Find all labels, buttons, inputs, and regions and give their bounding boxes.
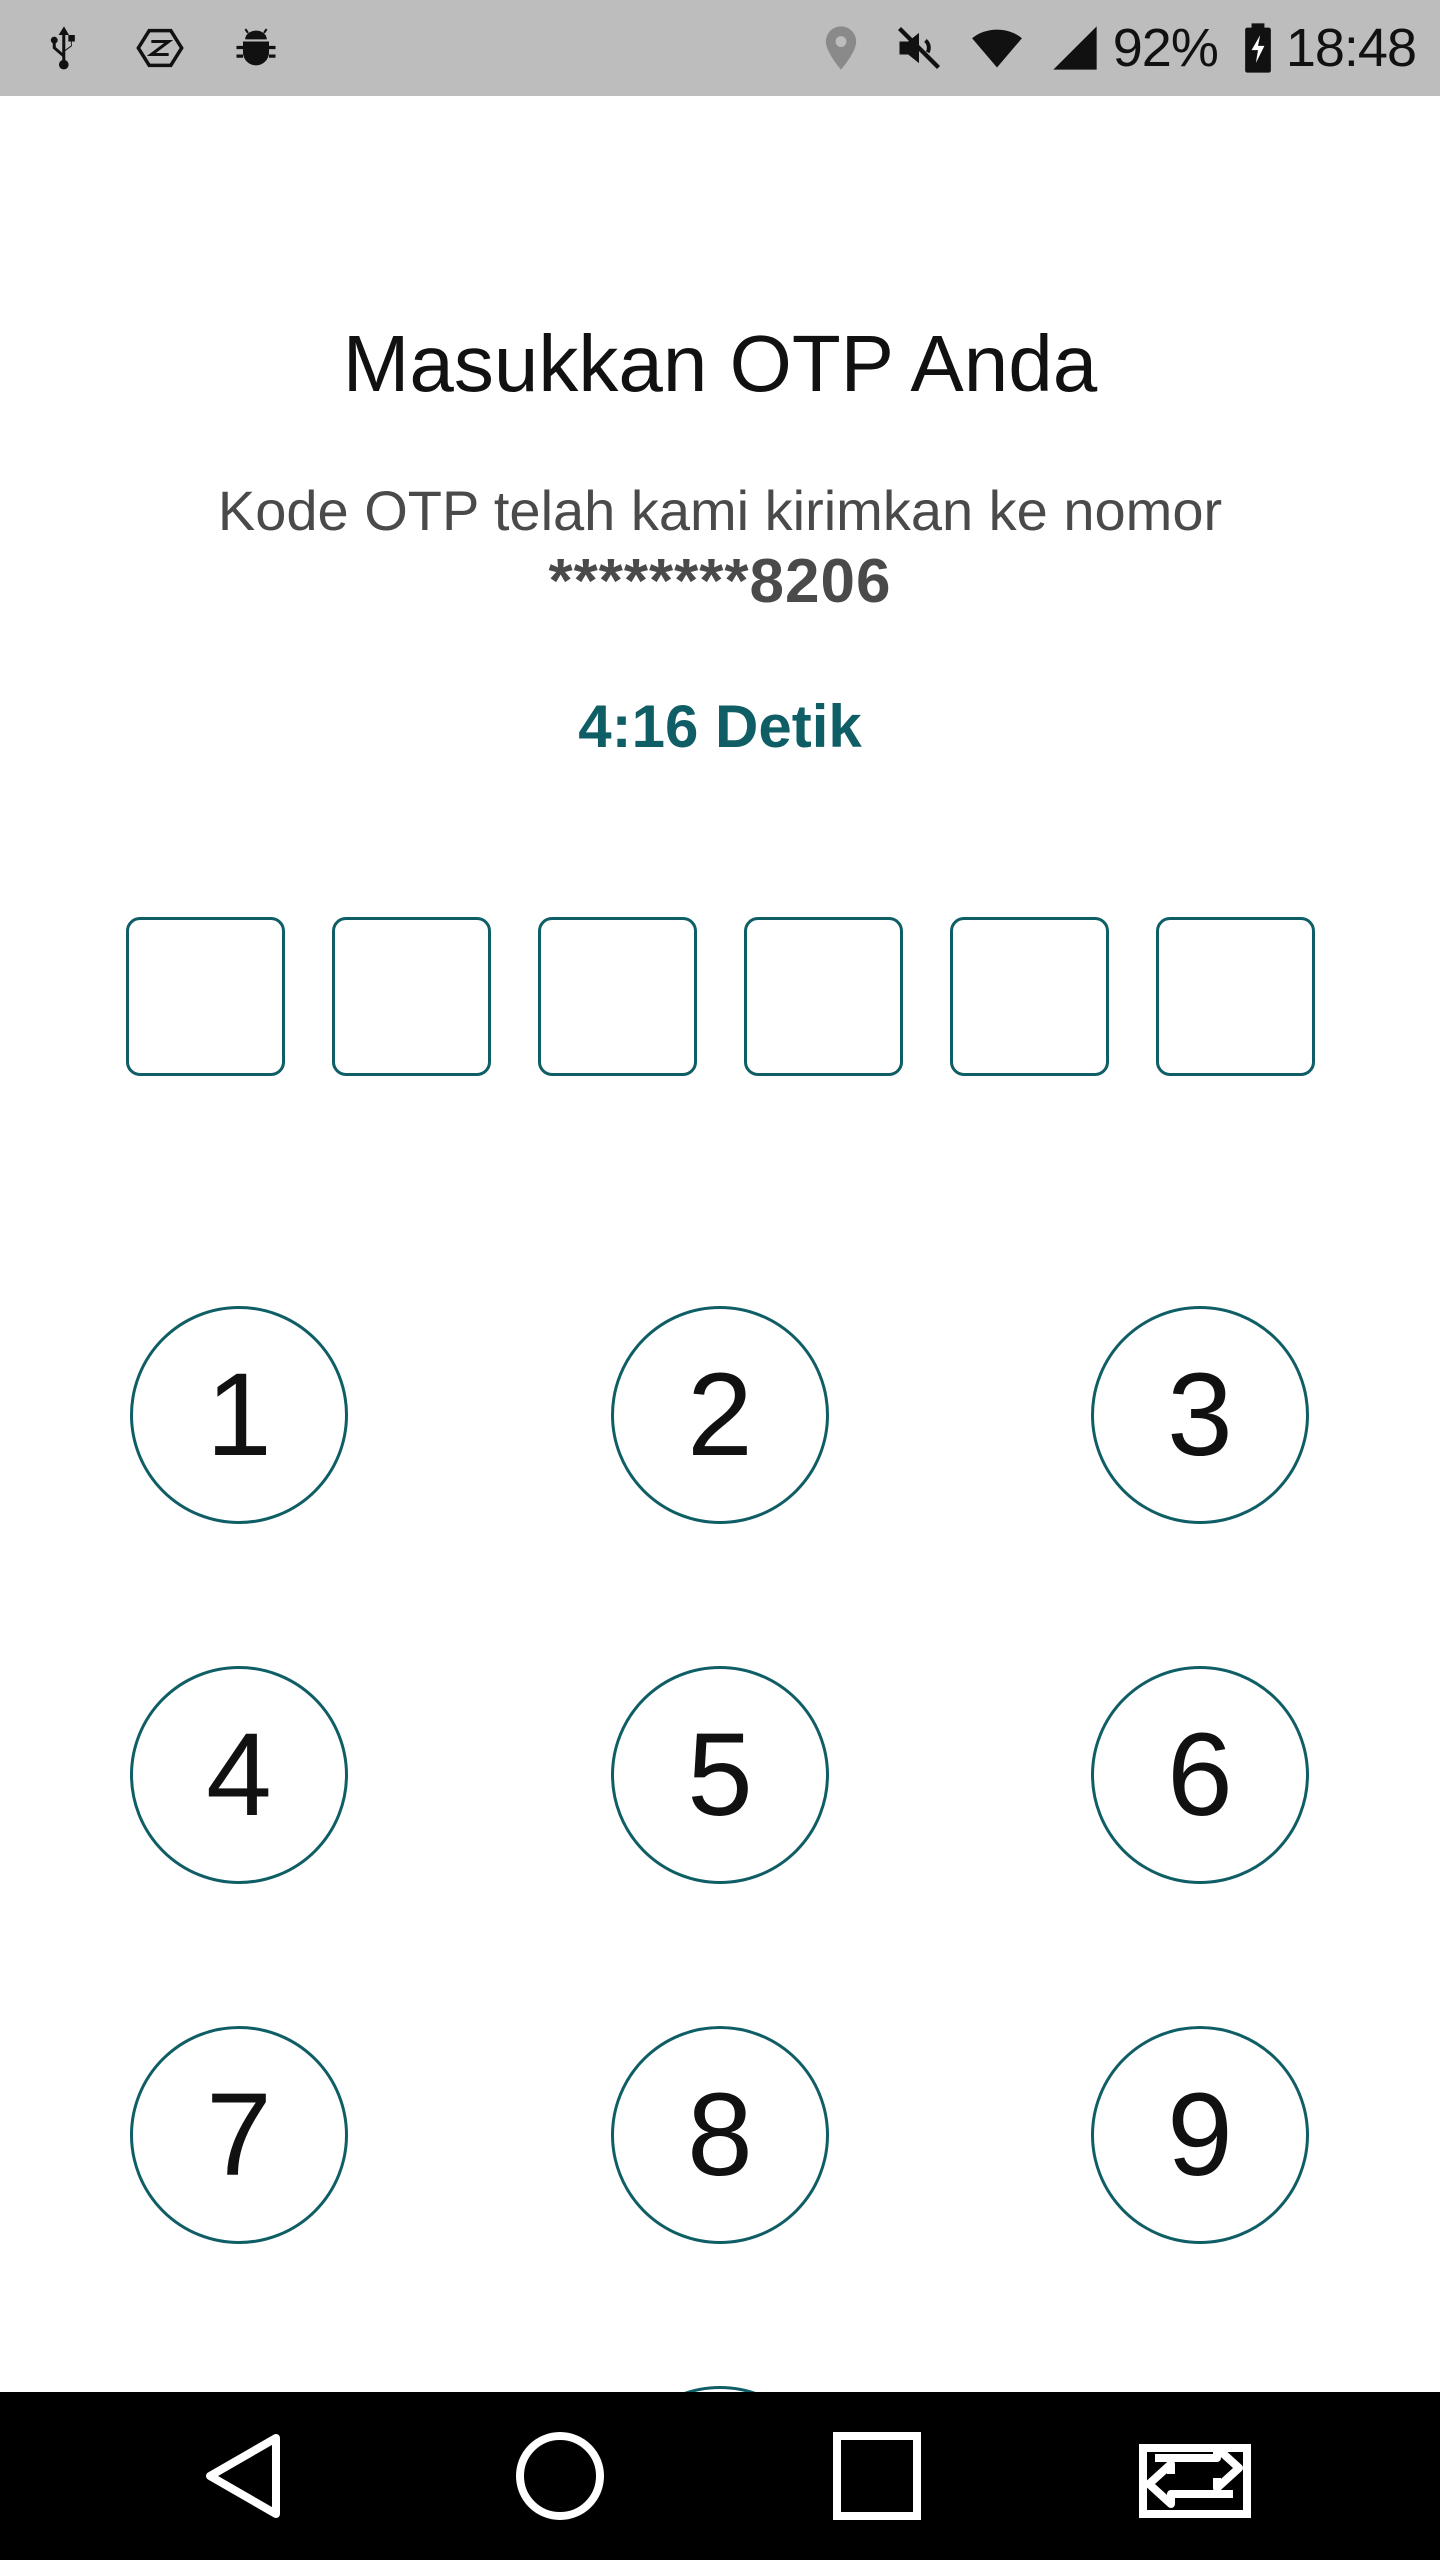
mute-icon (891, 20, 947, 76)
keypad-key-5[interactable]: 5 (611, 1666, 829, 1884)
keypad-key-6[interactable]: 6 (1091, 1666, 1309, 1884)
clock: 18:48 (1285, 18, 1417, 78)
masked-phone-number: ********8206 (548, 547, 892, 616)
otp-digit-box-1[interactable] (126, 917, 285, 1076)
otp-digit-box-2[interactable] (332, 917, 491, 1076)
debug-icon (228, 20, 284, 76)
keypad-key-7[interactable]: 7 (130, 2026, 348, 2244)
home-icon[interactable] (460, 2392, 660, 2560)
battery-percent: 92% (1112, 18, 1219, 78)
back-icon[interactable] (144, 2392, 344, 2560)
keypad-key-9[interactable]: 9 (1091, 2026, 1309, 2244)
wifi-icon (969, 20, 1025, 76)
status-left-icons (36, 20, 324, 76)
location-icon (813, 20, 869, 76)
page-title: Masukkan OTP Anda (342, 319, 1098, 408)
signal-icon (1047, 20, 1103, 76)
otp-digit-box-4[interactable] (744, 917, 903, 1076)
screen-switch-icon[interactable] (1095, 2392, 1295, 2560)
status-bar: 92% 18:48 (0, 0, 1440, 96)
otp-digit-box-6[interactable] (1156, 917, 1315, 1076)
recents-icon[interactable] (777, 2392, 977, 2560)
battery-charging-icon (1240, 20, 1276, 76)
otp-input-group (126, 917, 1315, 1076)
countdown-timer: 4:16 Detik (578, 693, 862, 760)
keypad-key-8[interactable]: 8 (611, 2026, 829, 2244)
keypad-key-1[interactable]: 1 (130, 1306, 348, 1524)
otp-digit-box-3[interactable] (538, 917, 697, 1076)
keypad-key-4[interactable]: 4 (130, 1666, 348, 1884)
status-right-icons: 92% 18:48 (791, 17, 1417, 79)
otp-digit-box-5[interactable] (950, 917, 1109, 1076)
usb-icon (36, 20, 92, 76)
keypad-key-3[interactable]: 3 (1091, 1306, 1309, 1524)
keypad-key-2[interactable]: 2 (611, 1306, 829, 1524)
navigation-bar (0, 2392, 1440, 2560)
otp-sent-message: Kode OTP telah kami kirimkan ke nomor (217, 479, 1223, 542)
nfc-icon (132, 20, 188, 76)
